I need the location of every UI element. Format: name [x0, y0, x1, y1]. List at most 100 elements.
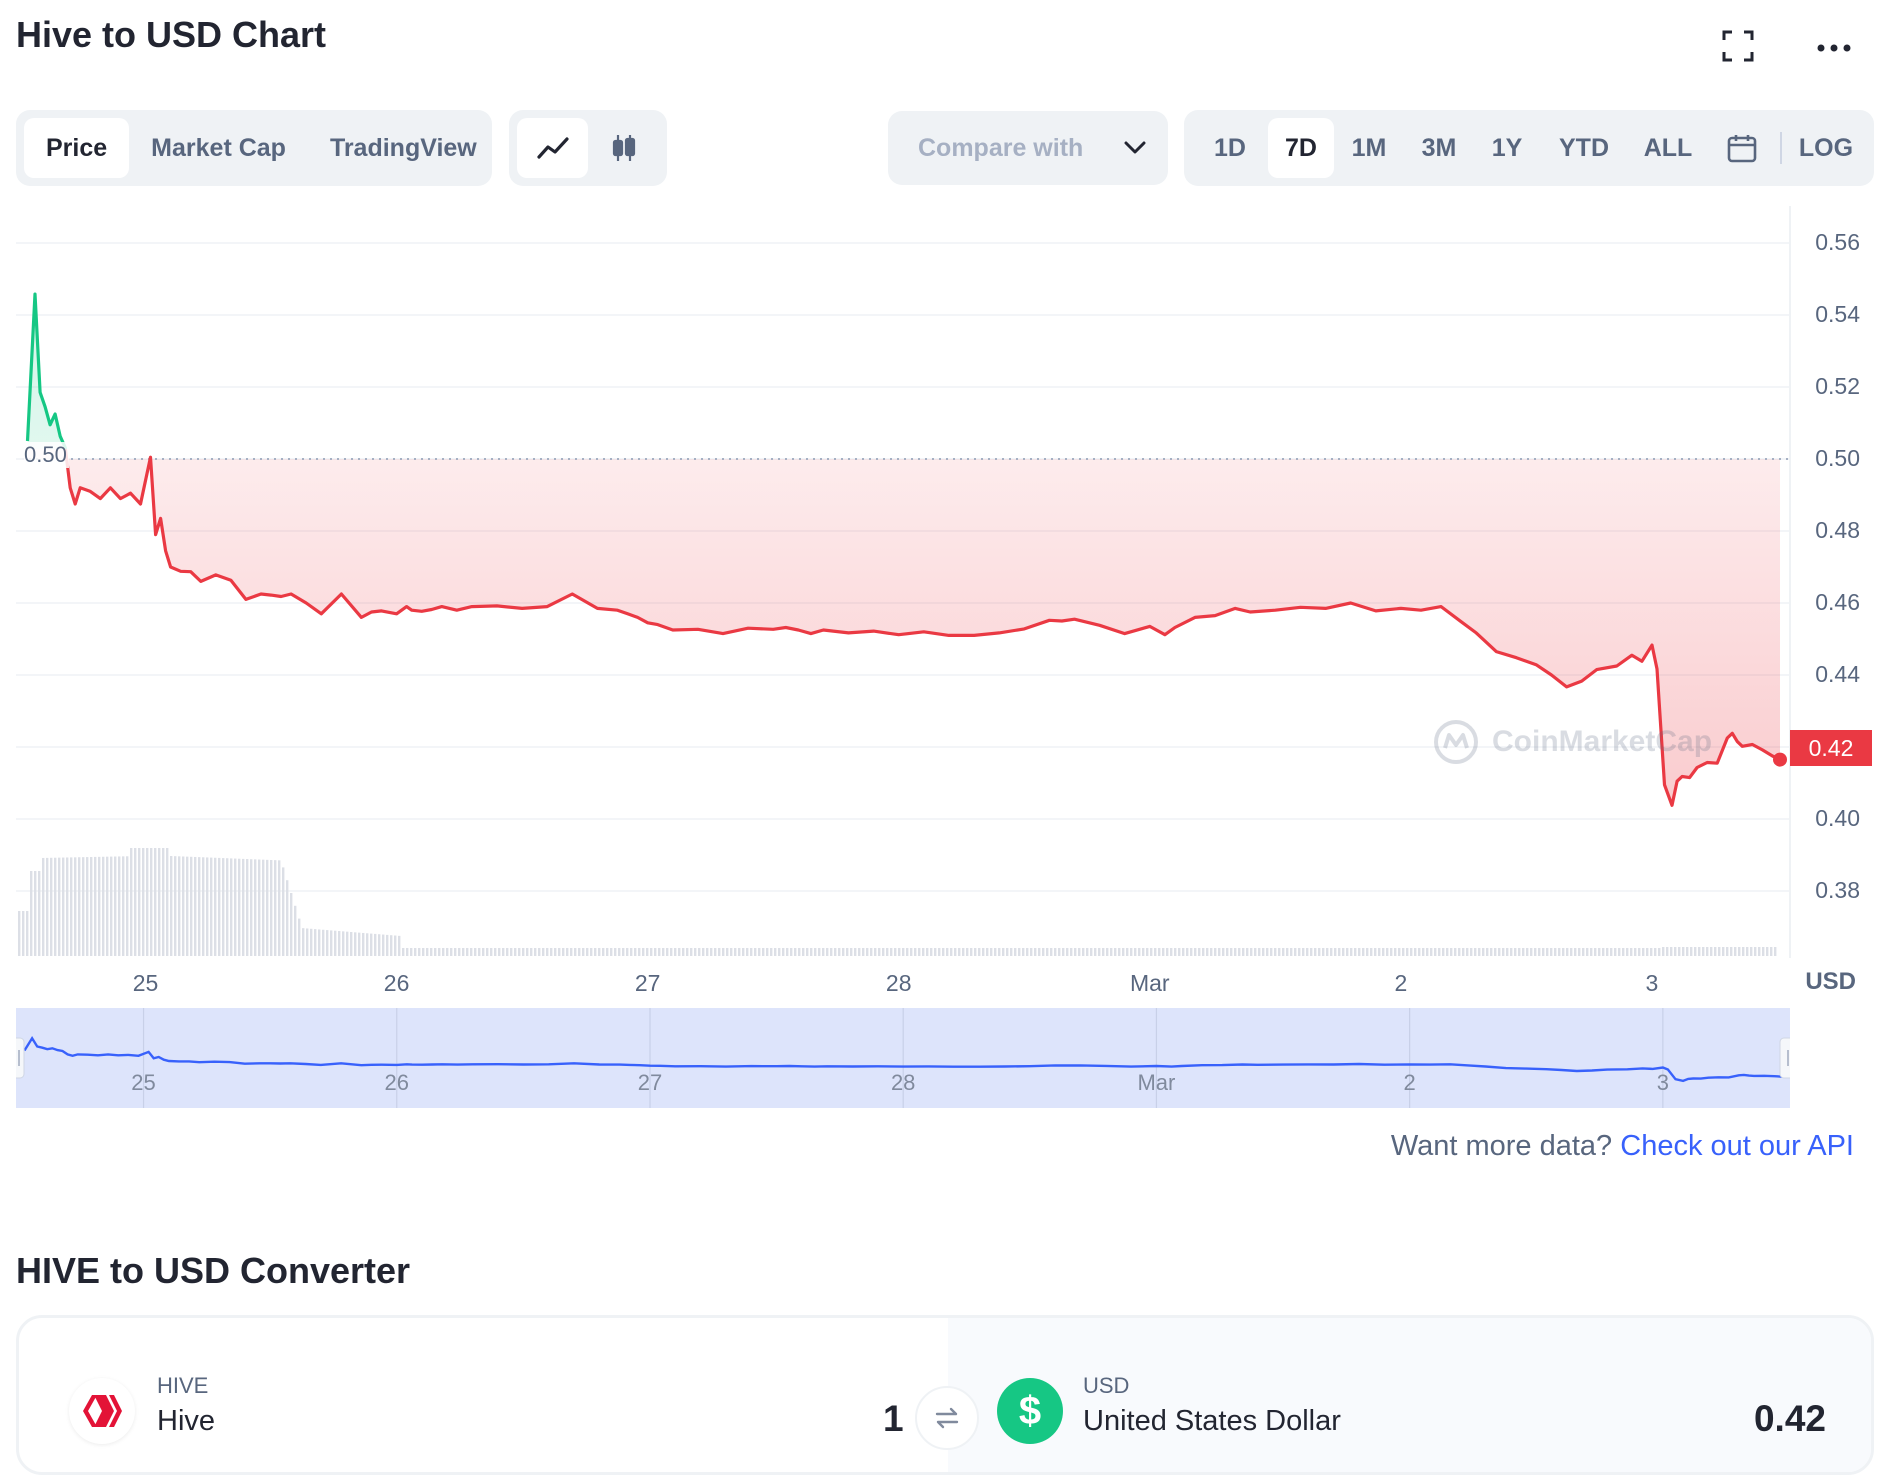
volume-bar — [914, 948, 917, 956]
volume-bar — [902, 948, 905, 956]
timeframe-1y[interactable]: 1Y — [1474, 118, 1540, 178]
volume-bar — [878, 948, 881, 956]
tab-price[interactable]: Price — [24, 118, 130, 178]
timeframe-ytd[interactable]: YTD — [1540, 118, 1628, 178]
tab-market-cap[interactable]: Market Cap — [129, 118, 308, 178]
to-currency-name: United States Dollar — [1083, 1405, 1341, 1437]
volume-bar — [418, 948, 421, 956]
timeframe-1d[interactable]: 1D — [1192, 118, 1268, 178]
watermark-text: CoinMarketCap — [1492, 725, 1713, 758]
volume-bar — [22, 911, 25, 956]
volume-bar — [1506, 948, 1509, 956]
volume-bar — [826, 948, 829, 956]
volume-bar — [1294, 948, 1297, 956]
candlestick-icon[interactable] — [588, 118, 659, 178]
timeframe-all[interactable]: ALL — [1628, 118, 1708, 178]
volume-bar — [1750, 947, 1753, 956]
swap-currencies-button[interactable] — [915, 1386, 979, 1450]
volume-bar — [1338, 948, 1341, 956]
navigator-handle-left[interactable] — [16, 1037, 25, 1079]
volume-bar — [1542, 948, 1545, 956]
to-amount-output[interactable]: 0.42 — [1754, 1398, 1826, 1440]
volume-bar — [442, 948, 445, 956]
currency-label: USD — [1805, 968, 1856, 995]
volume-bar — [1366, 948, 1369, 956]
volume-bar — [1606, 948, 1609, 956]
volume-bar — [1662, 947, 1665, 956]
volume-bar — [186, 856, 189, 956]
volume-bar — [78, 857, 81, 956]
volume-bar — [1450, 948, 1453, 956]
volume-bar — [1514, 948, 1517, 956]
api-link[interactable]: Check out our API — [1620, 1130, 1854, 1162]
volume-bar — [150, 848, 153, 956]
volume-bar — [1654, 948, 1657, 956]
volume-bar — [926, 948, 929, 956]
volume-bar — [566, 948, 569, 956]
volume-bar — [62, 857, 65, 956]
volume-bar — [1630, 948, 1633, 956]
volume-bar — [70, 857, 73, 956]
calendar-icon[interactable] — [1708, 118, 1776, 178]
volume-bars — [18, 848, 1777, 956]
volume-bar — [598, 948, 601, 956]
volume-bar — [238, 858, 241, 956]
volume-bar — [1274, 948, 1277, 956]
volume-bar — [298, 918, 301, 956]
volume-bar — [626, 948, 629, 956]
more-options-icon[interactable] — [1814, 30, 1854, 66]
navigator-handle-right[interactable] — [1779, 1037, 1790, 1079]
volume-bar — [1042, 948, 1045, 956]
volume-bar — [438, 948, 441, 956]
log-toggle[interactable]: LOG — [1786, 118, 1866, 178]
volume-bar — [950, 948, 953, 956]
tab-tradingview[interactable]: TradingView — [308, 118, 499, 178]
volume-bar — [1510, 948, 1513, 956]
volume-bar — [378, 934, 381, 956]
volume-bar — [634, 948, 637, 956]
volume-bar — [142, 848, 145, 956]
volume-bar — [730, 948, 733, 956]
volume-bar — [242, 858, 245, 956]
volume-bar — [410, 948, 413, 956]
volume-bar — [1130, 948, 1133, 956]
volume-bar — [1762, 947, 1765, 956]
volume-bar — [1054, 948, 1057, 956]
volume-bar — [1170, 948, 1173, 956]
volume-bar — [130, 848, 133, 956]
volume-bar — [1390, 948, 1393, 956]
volume-bar — [382, 934, 385, 956]
volume-bar — [290, 893, 293, 956]
timeframe-3m[interactable]: 3M — [1404, 118, 1474, 178]
volume-bar — [1686, 947, 1689, 956]
volume-bar — [138, 848, 141, 956]
timeframe-1m[interactable]: 1M — [1334, 118, 1404, 178]
api-promo: Want more data? Check out our API — [1391, 1130, 1854, 1163]
volume-bar — [1246, 948, 1249, 956]
volume-bar — [454, 948, 457, 956]
volume-bar — [1558, 948, 1561, 956]
volume-bar — [18, 911, 21, 956]
volume-bar — [94, 856, 97, 956]
coinmarketcap-logo-icon — [1434, 720, 1478, 764]
volume-bar — [1186, 948, 1189, 956]
volume-bar — [1150, 948, 1153, 956]
volume-bar — [1306, 948, 1309, 956]
volume-bar — [818, 948, 821, 956]
volume-bar — [614, 948, 617, 956]
volume-bar — [1106, 948, 1109, 956]
volume-bar — [1594, 948, 1597, 956]
timeframe-7d[interactable]: 7D — [1268, 118, 1334, 178]
volume-bar — [1030, 948, 1033, 956]
y-tick-label: 0.56 — [1815, 229, 1860, 255]
from-amount-input[interactable]: 1 — [883, 1398, 904, 1440]
volume-bar — [1418, 948, 1421, 956]
line-chart-icon[interactable] — [517, 118, 588, 178]
volume-bar — [1354, 948, 1357, 956]
volume-bar — [1074, 948, 1077, 956]
volume-bar — [574, 948, 577, 956]
fullscreen-icon[interactable] — [1720, 28, 1756, 64]
volume-bar — [602, 948, 605, 956]
price-chart[interactable] — [0, 200, 1880, 1000]
compare-dropdown[interactable]: Compare with — [888, 111, 1168, 185]
